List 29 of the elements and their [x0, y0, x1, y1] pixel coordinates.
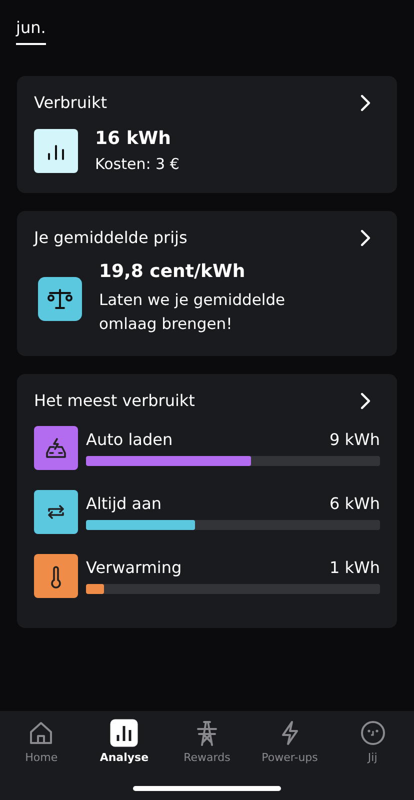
tab-bar-item[interactable]: Jij	[332, 719, 413, 764]
tab-bar-item[interactable]: Rewards	[166, 719, 247, 764]
scales-icon	[38, 276, 82, 320]
category-reading: 1 kWh	[330, 558, 380, 577]
usage-card[interactable]: Verbruikt 16 kWh Kosten: 3 €	[17, 76, 397, 193]
usage-value: 16 kWh	[95, 128, 172, 149]
category-reading: 6 kWh	[330, 494, 380, 513]
category-label: Auto laden	[86, 430, 173, 449]
bar-chart-icon	[34, 128, 78, 172]
category-label: Verwarming	[86, 558, 182, 577]
category-reading: 9 kWh	[330, 430, 380, 449]
card-title: Je gemiddelde prijs	[34, 228, 188, 247]
card-title: Het meest verbruikt	[34, 391, 195, 410]
tab-bar-item[interactable]: Home	[1, 719, 82, 764]
face-icon	[358, 719, 387, 747]
price-card[interactable]: Je gemiddelde prijs 19,8 cent/kWh Laten we je gemiddelde omlaag brengen!	[17, 211, 397, 356]
tab-bar-item[interactable]: Power-ups	[250, 719, 330, 764]
chevron-right-icon	[360, 228, 372, 246]
chevron-right-icon	[360, 392, 372, 410]
cost-text: Kosten: 3 €	[95, 155, 180, 173]
top-usage-card[interactable]: Het meest verbruikt Auto laden 9 kWh Altijd aan 6 kWh Verwarming 1 kWh	[17, 374, 397, 628]
tab-bar-item[interactable]: Analyse	[84, 719, 164, 764]
category-label: Altijd aan	[86, 494, 162, 513]
bar-chart-icon	[110, 719, 138, 747]
price-value: 19,8 cent/kWh	[99, 261, 246, 282]
chevron-right-icon	[360, 94, 372, 112]
period-tab[interactable]: jun.	[16, 14, 46, 45]
price-message: Laten we je gemiddelde omlaag brengen!	[99, 290, 286, 335]
card-title: Verbruikt	[34, 93, 107, 112]
